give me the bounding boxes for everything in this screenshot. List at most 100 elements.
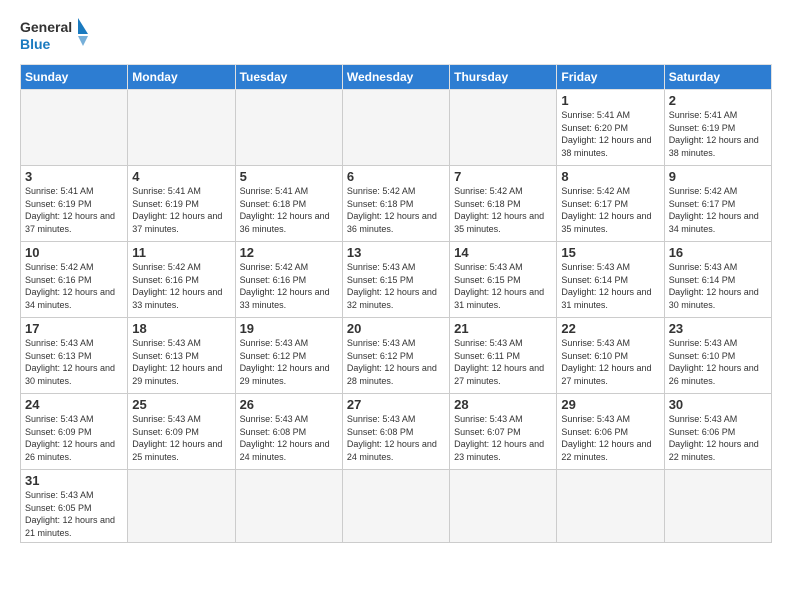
- day-info: Sunrise: 5:41 AM Sunset: 6:19 PM Dayligh…: [132, 185, 230, 235]
- day-info: Sunrise: 5:43 AM Sunset: 6:13 PM Dayligh…: [25, 337, 123, 387]
- day-number: 13: [347, 245, 445, 260]
- calendar-day: [557, 470, 664, 543]
- calendar-day: 18Sunrise: 5:43 AM Sunset: 6:13 PM Dayli…: [128, 318, 235, 394]
- day-number: 10: [25, 245, 123, 260]
- calendar-day: [342, 90, 449, 166]
- day-info: Sunrise: 5:42 AM Sunset: 6:16 PM Dayligh…: [25, 261, 123, 311]
- day-number: 15: [561, 245, 659, 260]
- day-number: 16: [669, 245, 767, 260]
- calendar-day: 19Sunrise: 5:43 AM Sunset: 6:12 PM Dayli…: [235, 318, 342, 394]
- calendar-day: 12Sunrise: 5:42 AM Sunset: 6:16 PM Dayli…: [235, 242, 342, 318]
- day-number: 12: [240, 245, 338, 260]
- day-info: Sunrise: 5:43 AM Sunset: 6:12 PM Dayligh…: [240, 337, 338, 387]
- col-header-thursday: Thursday: [450, 65, 557, 90]
- day-number: 29: [561, 397, 659, 412]
- calendar-day: [450, 470, 557, 543]
- calendar-day: 25Sunrise: 5:43 AM Sunset: 6:09 PM Dayli…: [128, 394, 235, 470]
- day-number: 3: [25, 169, 123, 184]
- day-number: 25: [132, 397, 230, 412]
- calendar-day: 9Sunrise: 5:42 AM Sunset: 6:17 PM Daylig…: [664, 166, 771, 242]
- calendar-day: 21Sunrise: 5:43 AM Sunset: 6:11 PM Dayli…: [450, 318, 557, 394]
- day-number: 1: [561, 93, 659, 108]
- calendar-day: [128, 90, 235, 166]
- calendar-day: 26Sunrise: 5:43 AM Sunset: 6:08 PM Dayli…: [235, 394, 342, 470]
- header: General Blue: [20, 16, 772, 56]
- svg-text:Blue: Blue: [20, 36, 51, 52]
- day-number: 4: [132, 169, 230, 184]
- calendar-day: 20Sunrise: 5:43 AM Sunset: 6:12 PM Dayli…: [342, 318, 449, 394]
- day-number: 18: [132, 321, 230, 336]
- day-number: 6: [347, 169, 445, 184]
- day-number: 19: [240, 321, 338, 336]
- day-info: Sunrise: 5:43 AM Sunset: 6:08 PM Dayligh…: [347, 413, 445, 463]
- day-info: Sunrise: 5:43 AM Sunset: 6:09 PM Dayligh…: [132, 413, 230, 463]
- day-number: 9: [669, 169, 767, 184]
- calendar-day: 16Sunrise: 5:43 AM Sunset: 6:14 PM Dayli…: [664, 242, 771, 318]
- page: General Blue SundayMondayTuesdayWednesda…: [0, 0, 792, 612]
- calendar-week-row: 17Sunrise: 5:43 AM Sunset: 6:13 PM Dayli…: [21, 318, 772, 394]
- day-info: Sunrise: 5:43 AM Sunset: 6:06 PM Dayligh…: [561, 413, 659, 463]
- day-number: 23: [669, 321, 767, 336]
- col-header-sunday: Sunday: [21, 65, 128, 90]
- day-number: 28: [454, 397, 552, 412]
- day-info: Sunrise: 5:43 AM Sunset: 6:05 PM Dayligh…: [25, 489, 123, 539]
- day-info: Sunrise: 5:43 AM Sunset: 6:07 PM Dayligh…: [454, 413, 552, 463]
- day-info: Sunrise: 5:41 AM Sunset: 6:20 PM Dayligh…: [561, 109, 659, 159]
- day-number: 24: [25, 397, 123, 412]
- day-info: Sunrise: 5:43 AM Sunset: 6:11 PM Dayligh…: [454, 337, 552, 387]
- calendar-day: [21, 90, 128, 166]
- calendar-day: 29Sunrise: 5:43 AM Sunset: 6:06 PM Dayli…: [557, 394, 664, 470]
- day-info: Sunrise: 5:42 AM Sunset: 6:17 PM Dayligh…: [561, 185, 659, 235]
- calendar-day: 1Sunrise: 5:41 AM Sunset: 6:20 PM Daylig…: [557, 90, 664, 166]
- calendar-day: 22Sunrise: 5:43 AM Sunset: 6:10 PM Dayli…: [557, 318, 664, 394]
- calendar-day: 3Sunrise: 5:41 AM Sunset: 6:19 PM Daylig…: [21, 166, 128, 242]
- day-info: Sunrise: 5:43 AM Sunset: 6:10 PM Dayligh…: [561, 337, 659, 387]
- calendar-day: 28Sunrise: 5:43 AM Sunset: 6:07 PM Dayli…: [450, 394, 557, 470]
- col-header-wednesday: Wednesday: [342, 65, 449, 90]
- calendar-day: 6Sunrise: 5:42 AM Sunset: 6:18 PM Daylig…: [342, 166, 449, 242]
- day-number: 5: [240, 169, 338, 184]
- calendar-day: [664, 470, 771, 543]
- day-info: Sunrise: 5:43 AM Sunset: 6:14 PM Dayligh…: [561, 261, 659, 311]
- calendar-day: 15Sunrise: 5:43 AM Sunset: 6:14 PM Dayli…: [557, 242, 664, 318]
- calendar-week-row: 1Sunrise: 5:41 AM Sunset: 6:20 PM Daylig…: [21, 90, 772, 166]
- logo: General Blue: [20, 16, 90, 56]
- calendar-day: 4Sunrise: 5:41 AM Sunset: 6:19 PM Daylig…: [128, 166, 235, 242]
- day-info: Sunrise: 5:42 AM Sunset: 6:16 PM Dayligh…: [132, 261, 230, 311]
- col-header-saturday: Saturday: [664, 65, 771, 90]
- day-number: 20: [347, 321, 445, 336]
- calendar-week-row: 24Sunrise: 5:43 AM Sunset: 6:09 PM Dayli…: [21, 394, 772, 470]
- day-number: 31: [25, 473, 123, 488]
- day-info: Sunrise: 5:43 AM Sunset: 6:06 PM Dayligh…: [669, 413, 767, 463]
- calendar-header-row: SundayMondayTuesdayWednesdayThursdayFrid…: [21, 65, 772, 90]
- day-info: Sunrise: 5:43 AM Sunset: 6:08 PM Dayligh…: [240, 413, 338, 463]
- calendar-day: 27Sunrise: 5:43 AM Sunset: 6:08 PM Dayli…: [342, 394, 449, 470]
- day-info: Sunrise: 5:43 AM Sunset: 6:13 PM Dayligh…: [132, 337, 230, 387]
- calendar-day: 8Sunrise: 5:42 AM Sunset: 6:17 PM Daylig…: [557, 166, 664, 242]
- day-info: Sunrise: 5:43 AM Sunset: 6:09 PM Dayligh…: [25, 413, 123, 463]
- day-info: Sunrise: 5:43 AM Sunset: 6:14 PM Dayligh…: [669, 261, 767, 311]
- col-header-monday: Monday: [128, 65, 235, 90]
- calendar-day: [450, 90, 557, 166]
- calendar-day: 23Sunrise: 5:43 AM Sunset: 6:10 PM Dayli…: [664, 318, 771, 394]
- calendar-day: 7Sunrise: 5:42 AM Sunset: 6:18 PM Daylig…: [450, 166, 557, 242]
- logo-svg: General Blue: [20, 16, 90, 56]
- day-number: 8: [561, 169, 659, 184]
- col-header-tuesday: Tuesday: [235, 65, 342, 90]
- day-number: 21: [454, 321, 552, 336]
- day-info: Sunrise: 5:42 AM Sunset: 6:17 PM Dayligh…: [669, 185, 767, 235]
- day-number: 27: [347, 397, 445, 412]
- calendar-day: 31Sunrise: 5:43 AM Sunset: 6:05 PM Dayli…: [21, 470, 128, 543]
- calendar-day: [235, 470, 342, 543]
- day-info: Sunrise: 5:43 AM Sunset: 6:10 PM Dayligh…: [669, 337, 767, 387]
- day-number: 30: [669, 397, 767, 412]
- day-info: Sunrise: 5:41 AM Sunset: 6:18 PM Dayligh…: [240, 185, 338, 235]
- calendar-day: [342, 470, 449, 543]
- day-number: 17: [25, 321, 123, 336]
- calendar-table: SundayMondayTuesdayWednesdayThursdayFrid…: [20, 64, 772, 543]
- calendar-day: 2Sunrise: 5:41 AM Sunset: 6:19 PM Daylig…: [664, 90, 771, 166]
- day-info: Sunrise: 5:41 AM Sunset: 6:19 PM Dayligh…: [669, 109, 767, 159]
- col-header-friday: Friday: [557, 65, 664, 90]
- calendar-day: 30Sunrise: 5:43 AM Sunset: 6:06 PM Dayli…: [664, 394, 771, 470]
- day-number: 26: [240, 397, 338, 412]
